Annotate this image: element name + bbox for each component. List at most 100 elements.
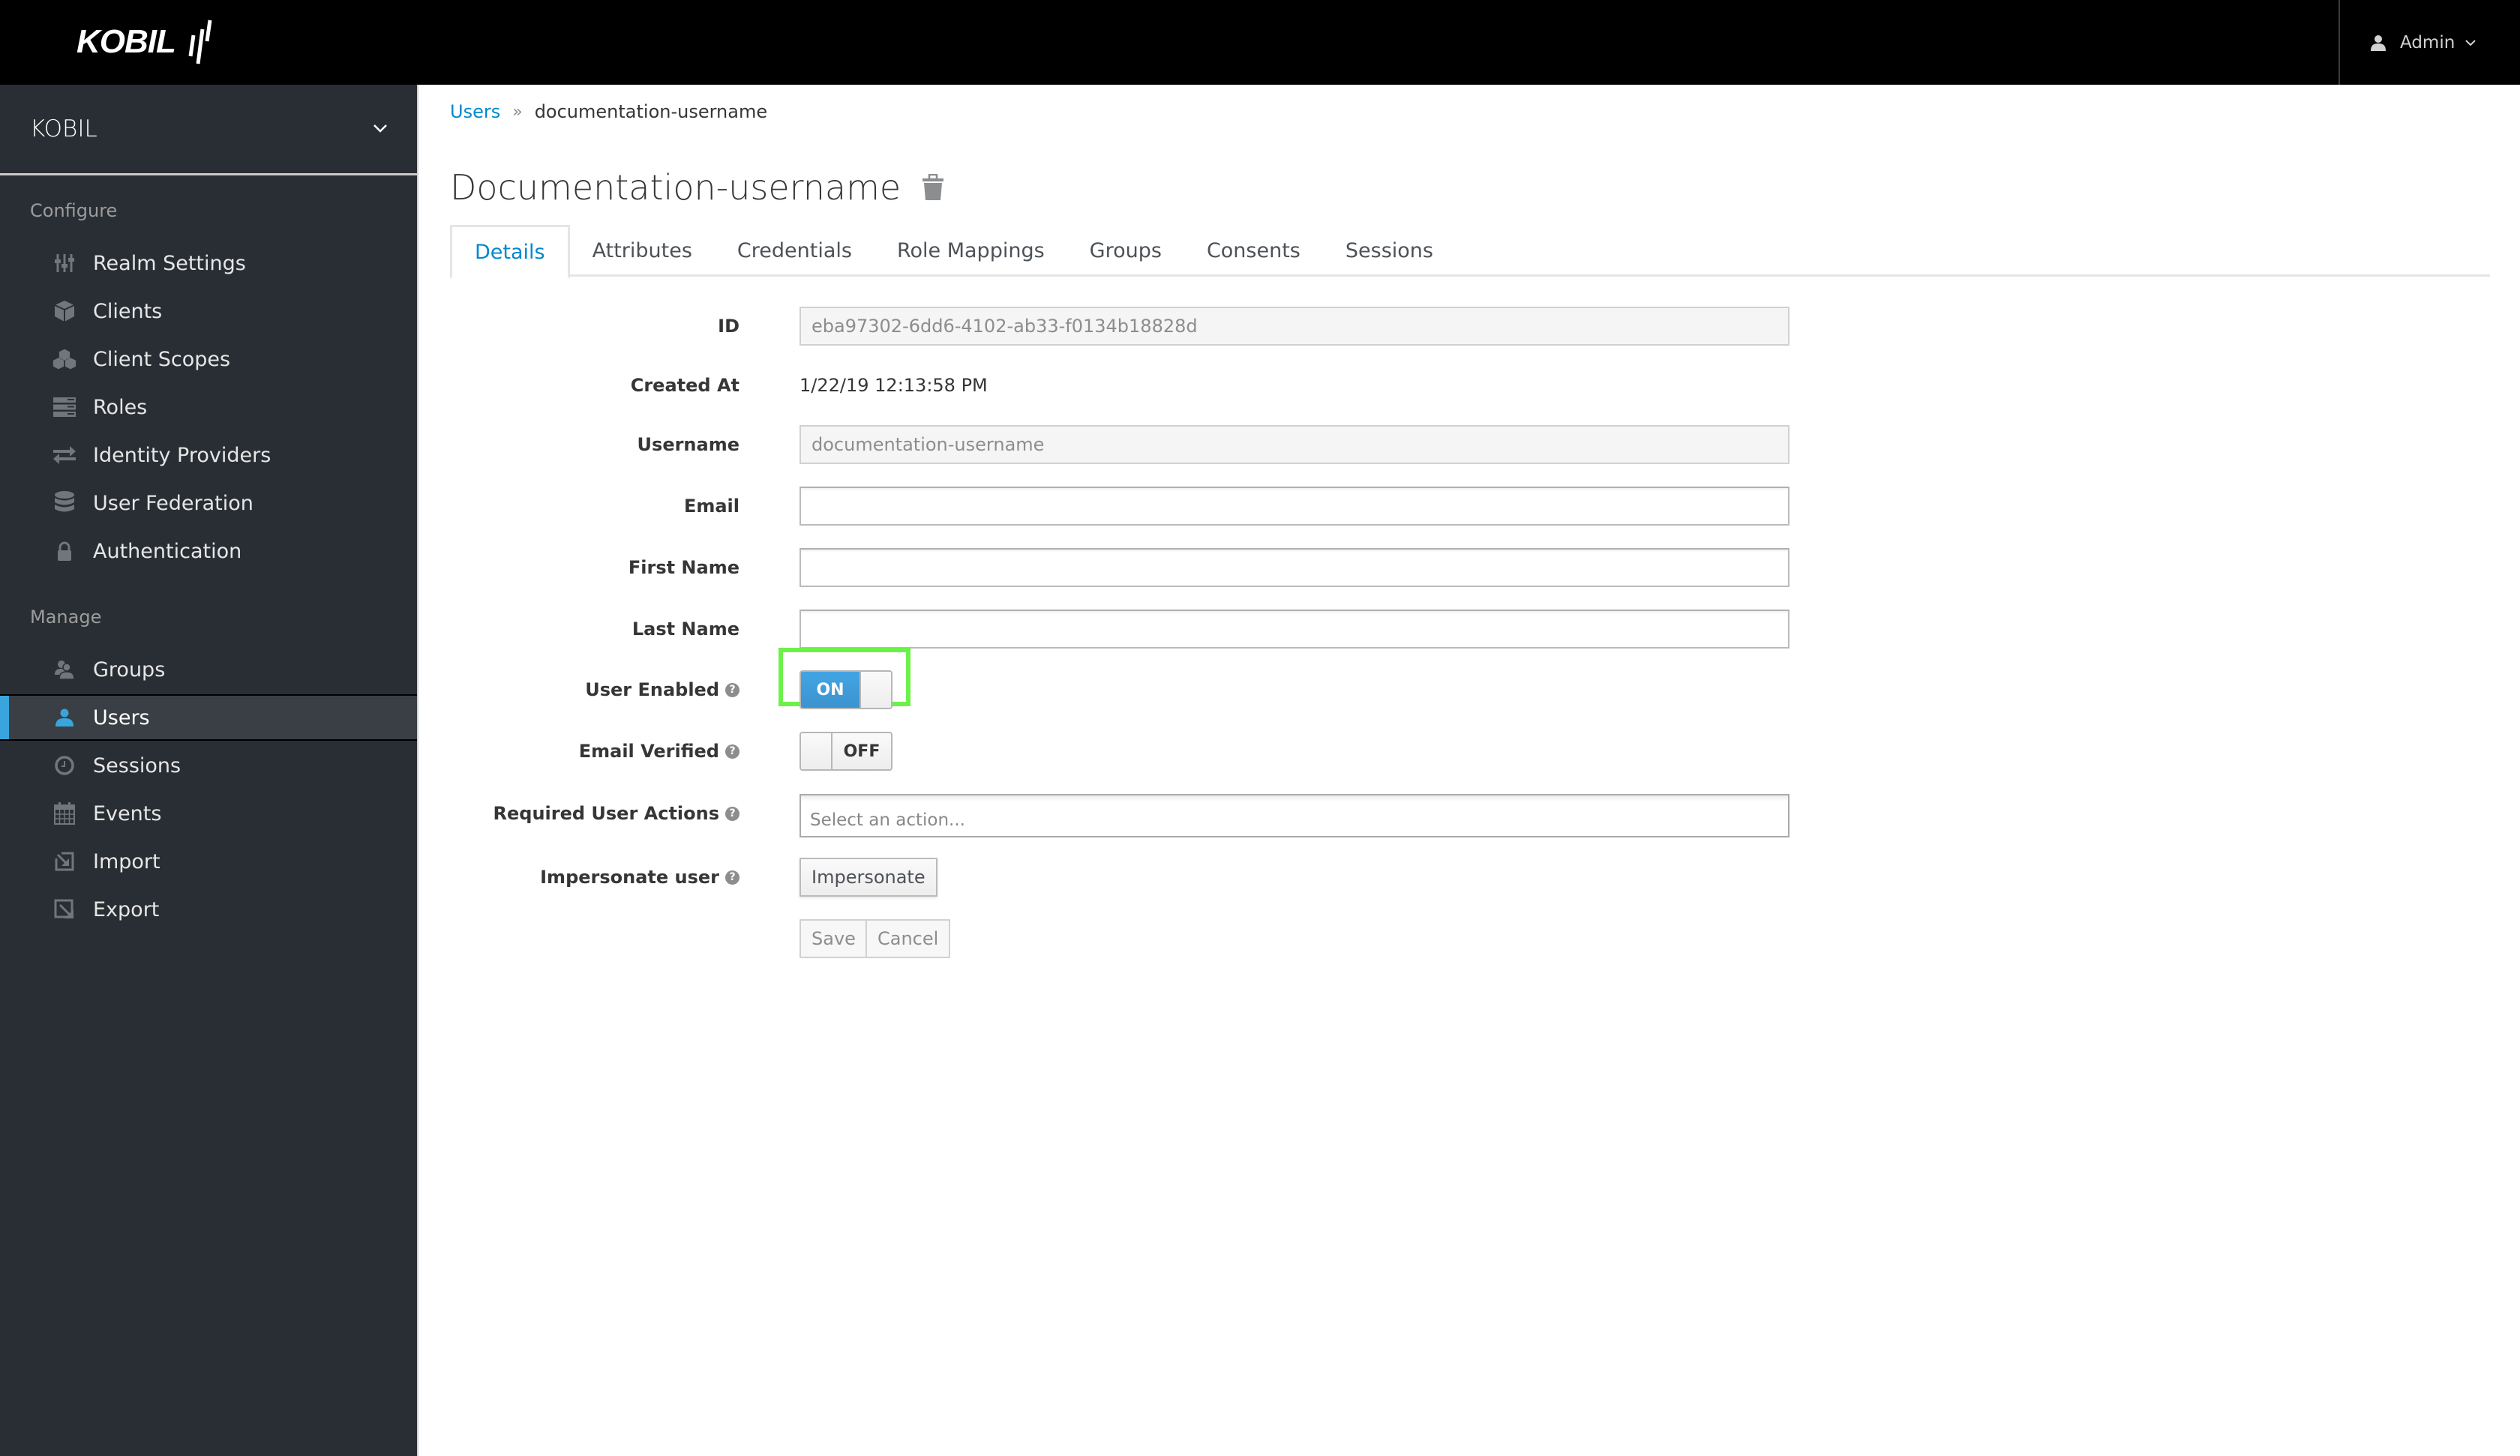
first-name-field[interactable] (800, 548, 1790, 587)
sidebar-item-export[interactable]: Export (0, 886, 417, 933)
sidebar-item-label: Clients (93, 299, 163, 323)
sidebar-item-client-scopes[interactable]: Client Scopes (0, 336, 417, 382)
form-row-email-verified: Email Verified ? OFF (420, 732, 2520, 771)
last-name-label: Last Name (632, 619, 740, 640)
save-button[interactable]: Save (800, 919, 868, 958)
clock-icon (52, 753, 76, 777)
users-icon (52, 658, 76, 682)
email-label: Email (683, 496, 740, 517)
breadcrumb-current: documentation-username (534, 101, 768, 122)
username-field[interactable] (800, 425, 1790, 464)
sidebar: KOBIL Configure Realm Settings Clients C… (0, 85, 418, 1456)
form-row-email: Email (420, 487, 2520, 526)
tab-consents[interactable]: Consents (1184, 225, 1323, 277)
sidebar-item-clients[interactable]: Clients (0, 288, 417, 334)
sidebar-item-events[interactable]: Events (0, 790, 417, 837)
form-actions: Save Cancel (420, 919, 2520, 958)
help-icon[interactable]: ? (725, 806, 740, 821)
import-icon (52, 849, 76, 873)
email-verified-toggle[interactable]: OFF (800, 732, 892, 771)
last-name-field[interactable] (800, 610, 1790, 649)
sidebar-item-users[interactable]: Users (0, 694, 417, 741)
email-field[interactable] (800, 487, 1790, 526)
impersonate-label: Impersonate user ? (540, 858, 740, 897)
email-verified-label-text: Email Verified (578, 741, 719, 762)
user-menu[interactable]: Admin (2338, 0, 2520, 85)
sidebar-item-groups[interactable]: Groups (0, 646, 417, 693)
sidebar-item-sessions[interactable]: Sessions (0, 742, 417, 789)
exchange-icon (52, 443, 76, 467)
sidebar-item-label: Users (93, 706, 150, 729)
server-icon (52, 395, 76, 419)
chevron-down-icon (374, 124, 387, 133)
breadcrumb-users-link[interactable]: Users (450, 101, 500, 122)
page-title-container: Documentation-username (450, 167, 944, 208)
id-label: ID (718, 316, 740, 337)
impersonate-button[interactable]: Impersonate (800, 858, 938, 897)
top-navbar: KOBIL Admin (0, 0, 2520, 85)
sliders-icon (52, 251, 76, 275)
manage-section-label: Manage (30, 607, 102, 628)
toggle-state-label: OFF (843, 741, 880, 761)
cube-icon (52, 299, 76, 323)
form-row-created-at: Created At 1/22/19 12:13:58 PM (420, 366, 2520, 405)
sidebar-item-identity-providers[interactable]: Identity Providers (0, 432, 417, 478)
realm-selector[interactable]: KOBIL (0, 85, 417, 175)
created-at-value: 1/22/19 12:13:58 PM (800, 375, 988, 396)
sidebar-item-label: Groups (93, 658, 166, 682)
sidebar-item-label: Export (93, 897, 160, 921)
required-actions-label: Required User Actions ? (494, 794, 740, 833)
main-content: Users » documentation-username Documenta… (420, 85, 2520, 1456)
created-at-label: Created At (630, 375, 740, 396)
sidebar-item-label: Roles (93, 395, 148, 419)
id-field[interactable] (800, 307, 1790, 346)
help-icon[interactable]: ? (725, 870, 740, 885)
form-row-required-actions: Required User Actions ? Select an action… (420, 794, 2520, 837)
required-actions-placeholder: Select an action... (810, 810, 965, 830)
realm-name: KOBIL (30, 115, 98, 142)
configure-section-label: Configure (30, 200, 118, 221)
sidebar-item-roles[interactable]: Roles (0, 384, 417, 430)
form-row-last-name: Last Name (420, 610, 2520, 649)
export-icon (52, 897, 76, 921)
toggle-state-label: ON (801, 672, 860, 708)
user-menu-label: Admin (2400, 32, 2456, 52)
tab-sessions[interactable]: Sessions (1323, 225, 1456, 277)
chevron-down-icon (2465, 39, 2476, 46)
first-name-label: First Name (628, 557, 740, 578)
form-row-first-name: First Name (420, 548, 2520, 587)
cubes-icon (52, 347, 76, 371)
sidebar-item-label: User Federation (93, 491, 254, 515)
help-icon[interactable]: ? (725, 682, 740, 697)
database-icon (52, 491, 76, 515)
sidebar-item-label: Sessions (93, 753, 182, 777)
user-icon (52, 706, 76, 729)
tab-details[interactable]: Details (450, 225, 570, 279)
form-row-username: Username (420, 425, 2520, 464)
sidebar-item-user-federation[interactable]: User Federation (0, 480, 417, 526)
tab-credentials[interactable]: Credentials (715, 225, 874, 277)
required-actions-select[interactable]: Select an action... (800, 794, 1790, 837)
user-enabled-toggle[interactable]: ON (800, 670, 892, 709)
sidebar-item-label: Realm Settings (93, 251, 246, 275)
tab-attributes[interactable]: Attributes (570, 225, 715, 277)
email-verified-label: Email Verified ? (579, 732, 740, 771)
page-title: Documentation-username (450, 167, 902, 208)
user-enabled-label: User Enabled ? (585, 670, 740, 709)
cancel-button[interactable]: Cancel (866, 919, 951, 958)
sidebar-item-label: Import (93, 849, 160, 873)
sidebar-item-authentication[interactable]: Authentication (0, 528, 417, 574)
brand-logo[interactable]: KOBIL (76, 16, 216, 67)
toggle-knob (801, 733, 832, 769)
sidebar-item-label: Authentication (93, 539, 242, 563)
sidebar-item-import[interactable]: Import (0, 838, 417, 885)
tab-role-mappings[interactable]: Role Mappings (874, 225, 1067, 277)
required-actions-label-text: Required User Actions (493, 803, 720, 824)
form-row-impersonate: Impersonate user ? Impersonate (420, 858, 2520, 897)
sidebar-item-realm-settings[interactable]: Realm Settings (0, 240, 417, 286)
trash-icon[interactable] (922, 174, 944, 201)
tab-groups[interactable]: Groups (1067, 225, 1184, 277)
breadcrumb: Users » documentation-username (450, 101, 767, 122)
brand-name: KOBIL (76, 23, 176, 60)
help-icon[interactable]: ? (725, 744, 740, 759)
